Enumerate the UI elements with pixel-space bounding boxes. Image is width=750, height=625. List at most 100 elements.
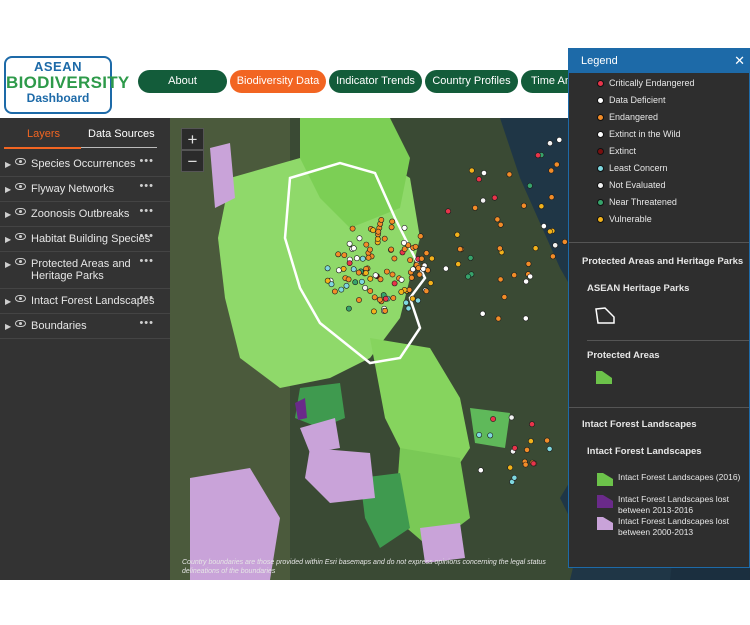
occurrence-point[interactable] bbox=[403, 299, 409, 306]
occurrence-point[interactable] bbox=[476, 431, 482, 438]
layer-flyway-networks[interactable]: ▶ Flyway Networks ••• bbox=[0, 177, 170, 202]
expand-caret-icon[interactable]: ▶ bbox=[5, 259, 11, 271]
occurrence-point[interactable] bbox=[540, 223, 547, 229]
visibility-eye-icon[interactable] bbox=[15, 233, 26, 240]
occurrence-point[interactable] bbox=[362, 284, 368, 291]
occurrence-point[interactable] bbox=[546, 445, 553, 452]
tab-data-sources[interactable]: Data Sources bbox=[88, 128, 155, 140]
occurrence-point[interactable] bbox=[358, 278, 365, 285]
occurrence-point[interactable] bbox=[381, 235, 388, 242]
occurrence-point[interactable] bbox=[365, 254, 372, 261]
visibility-eye-icon[interactable] bbox=[15, 258, 26, 265]
occurrence-point[interactable] bbox=[375, 228, 382, 235]
occurrence-point[interactable] bbox=[401, 240, 407, 246]
occurrence-point[interactable] bbox=[476, 176, 482, 183]
occurrence-point[interactable] bbox=[376, 296, 383, 303]
occurrence-point[interactable] bbox=[383, 268, 390, 275]
occurrence-point[interactable] bbox=[423, 250, 430, 256]
occurrence-point[interactable] bbox=[547, 140, 553, 147]
occurrence-point[interactable] bbox=[497, 276, 504, 283]
occurrence-point[interactable] bbox=[356, 235, 363, 242]
layer-intact-forest-landscapes[interactable]: ▶ Intact Forest Landscapes ••• bbox=[0, 289, 170, 314]
occurrence-point[interactable] bbox=[538, 203, 545, 210]
occurrence-point[interactable] bbox=[524, 446, 530, 453]
occurrence-point[interactable] bbox=[345, 276, 352, 283]
occurrence-point[interactable] bbox=[418, 255, 425, 262]
more-options-icon[interactable]: ••• bbox=[139, 255, 154, 267]
occurrence-point[interactable] bbox=[442, 265, 449, 272]
occurrence-point[interactable] bbox=[345, 305, 352, 312]
occurrence-point[interactable] bbox=[409, 295, 416, 302]
occurrence-point[interactable] bbox=[388, 224, 395, 231]
occurrence-point[interactable] bbox=[520, 202, 527, 209]
occurrence-point[interactable] bbox=[522, 461, 529, 468]
occurrence-point[interactable] bbox=[401, 246, 408, 252]
occurrence-point[interactable] bbox=[388, 246, 395, 253]
visibility-eye-icon[interactable] bbox=[15, 320, 26, 327]
more-options-icon[interactable]: ••• bbox=[139, 292, 154, 304]
occurrence-point[interactable] bbox=[535, 152, 541, 159]
nav-biodiversity-data-button[interactable]: Biodiversity Data bbox=[230, 70, 326, 93]
occurrence-point[interactable] bbox=[508, 414, 515, 421]
occurrence-point[interactable] bbox=[412, 243, 419, 250]
occurrence-point[interactable] bbox=[370, 227, 376, 234]
expand-caret-icon[interactable]: ▶ bbox=[5, 296, 11, 308]
occurrence-point[interactable] bbox=[389, 271, 396, 278]
occurrence-point[interactable] bbox=[331, 288, 338, 295]
occurrence-point[interactable] bbox=[529, 421, 535, 428]
occurrence-point[interactable] bbox=[367, 246, 373, 253]
occurrence-point[interactable] bbox=[335, 251, 342, 258]
occurrence-point[interactable] bbox=[501, 294, 508, 300]
occurrence-point[interactable] bbox=[428, 255, 435, 262]
occurrence-point[interactable] bbox=[511, 445, 518, 451]
visibility-eye-icon[interactable] bbox=[15, 158, 26, 165]
occurrence-point[interactable] bbox=[547, 228, 553, 235]
more-options-icon[interactable]: ••• bbox=[139, 180, 154, 192]
nav-about-button[interactable]: About bbox=[138, 70, 227, 93]
occurrence-point[interactable] bbox=[416, 271, 423, 278]
occurrence-point[interactable] bbox=[495, 315, 502, 322]
occurrence-point[interactable] bbox=[328, 281, 335, 288]
occurrence-point[interactable] bbox=[477, 467, 484, 474]
nav-country-profiles-button[interactable]: Country Profiles bbox=[425, 70, 518, 93]
occurrence-point[interactable] bbox=[367, 275, 374, 282]
occurrence-point[interactable] bbox=[417, 233, 424, 240]
occurrence-point[interactable] bbox=[523, 278, 529, 285]
more-options-icon[interactable]: ••• bbox=[139, 230, 154, 242]
occurrence-point[interactable] bbox=[406, 286, 413, 293]
occurrence-point[interactable] bbox=[405, 305, 412, 312]
occurrence-point[interactable] bbox=[341, 252, 348, 258]
occurrence-point[interactable] bbox=[398, 288, 405, 295]
occurrence-point[interactable] bbox=[544, 437, 550, 444]
occurrence-point[interactable] bbox=[445, 208, 451, 215]
occurrence-point[interactable] bbox=[454, 231, 461, 238]
occurrence-point[interactable] bbox=[353, 255, 360, 262]
more-options-icon[interactable]: ••• bbox=[139, 155, 154, 167]
occurrence-point[interactable] bbox=[377, 276, 384, 283]
occurrence-point[interactable] bbox=[548, 167, 555, 174]
occurrence-point[interactable] bbox=[390, 295, 397, 301]
occurrence-point[interactable] bbox=[423, 288, 430, 294]
occurrence-point[interactable] bbox=[472, 205, 478, 211]
occurrence-point[interactable] bbox=[552, 242, 559, 249]
occurrence-point[interactable] bbox=[359, 255, 366, 262]
occurrence-point[interactable] bbox=[398, 276, 405, 283]
expand-caret-icon[interactable]: ▶ bbox=[5, 234, 11, 246]
occurrence-point[interactable] bbox=[561, 239, 568, 245]
occurrence-point[interactable] bbox=[511, 272, 518, 278]
occurrence-point[interactable] bbox=[496, 245, 503, 252]
occurrence-point[interactable] bbox=[527, 438, 534, 444]
occurrence-point[interactable] bbox=[363, 241, 370, 248]
occurrence-point[interactable] bbox=[465, 273, 471, 280]
occurrence-point[interactable] bbox=[420, 265, 427, 272]
occurrence-point[interactable] bbox=[415, 297, 421, 304]
occurrence-point[interactable] bbox=[487, 432, 494, 439]
occurrence-point[interactable] bbox=[356, 297, 362, 303]
occurrence-point[interactable] bbox=[494, 216, 501, 223]
occurrence-point[interactable] bbox=[391, 255, 398, 262]
occurrence-point[interactable] bbox=[338, 286, 345, 293]
expand-caret-icon[interactable]: ▶ bbox=[5, 159, 11, 171]
zoom-out-button[interactable]: − bbox=[181, 150, 204, 172]
layer-boundaries[interactable]: ▶ Boundaries ••• bbox=[0, 314, 170, 339]
occurrence-point[interactable] bbox=[549, 253, 556, 260]
